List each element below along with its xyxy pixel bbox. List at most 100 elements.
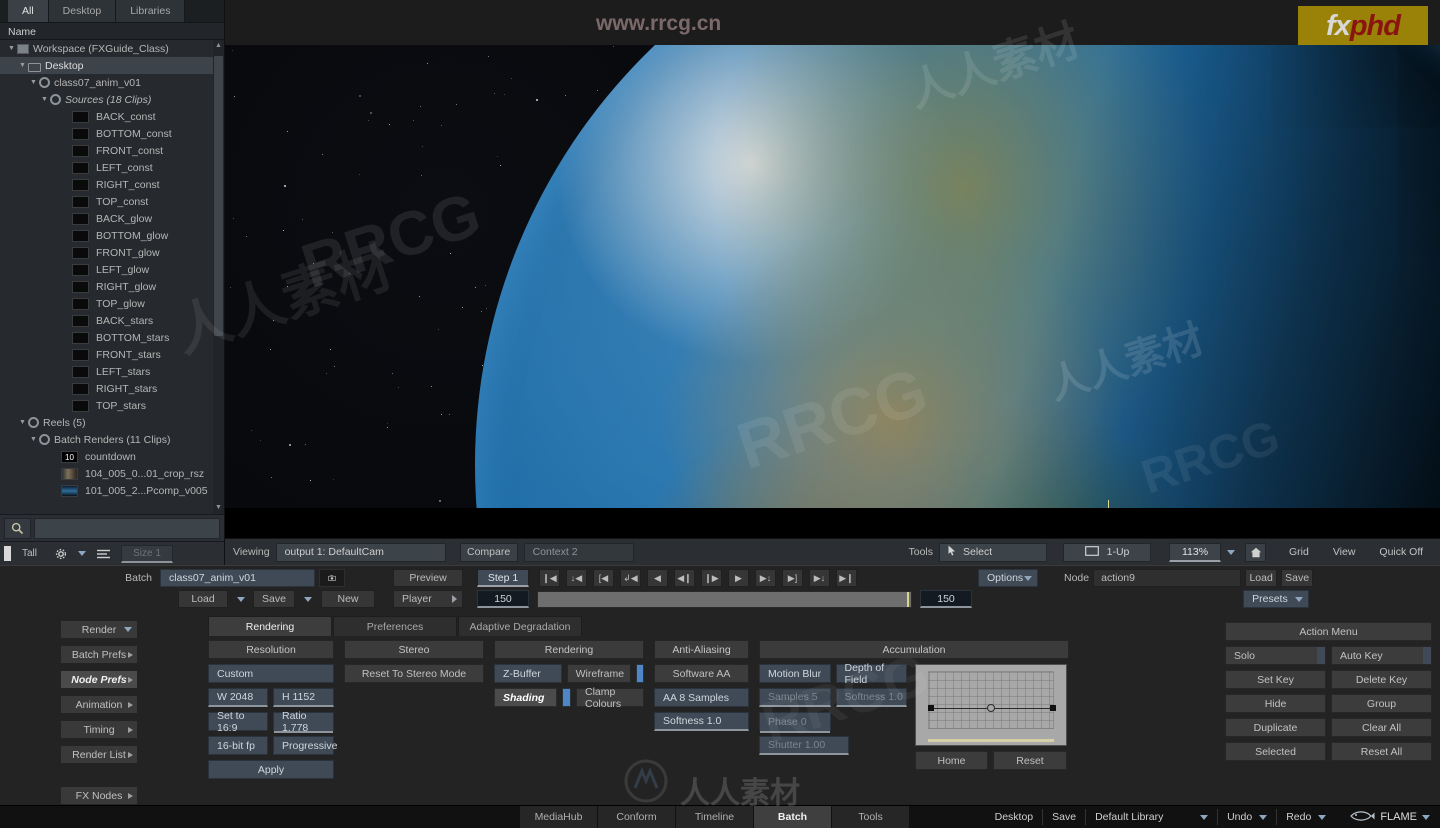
scroll-down-icon[interactable]: ▼: [213, 502, 224, 514]
pause-fwd-icon[interactable]: ▶❙: [836, 569, 857, 587]
clip-thumbnail[interactable]: [72, 246, 89, 259]
layout-selector[interactable]: 1-Up: [1063, 542, 1151, 562]
redo-button[interactable]: Redo: [1277, 809, 1335, 825]
tree-item[interactable]: FRONT_glow: [0, 244, 213, 261]
undo-button[interactable]: Undo: [1218, 809, 1278, 825]
tree-item[interactable]: FRONT_stars: [0, 346, 213, 363]
tree-item[interactable]: BACK_glow: [0, 210, 213, 227]
batch-load-button[interactable]: Load: [178, 590, 228, 608]
grid-button[interactable]: Grid: [1280, 543, 1318, 562]
toggle-indicator[interactable]: [1423, 647, 1431, 664]
curve-range-bar[interactable]: [928, 739, 1054, 742]
wireframe-toggle[interactable]: Wireframe: [566, 664, 631, 683]
zoom-chevron-down-icon[interactable]: [1227, 549, 1235, 555]
action-reset-all-button[interactable]: Reset All: [1331, 742, 1432, 761]
image-viewer[interactable]: fxphd RGB Mode Active Video Exposure: 0.…: [225, 0, 1440, 565]
goto-next-key-icon[interactable]: ▶↓: [809, 569, 830, 587]
options-dropdown[interactable]: Options: [978, 569, 1038, 587]
mb-phase-field[interactable]: Phase 0: [759, 712, 831, 733]
set-ratio-button[interactable]: Set to 16:9: [208, 710, 268, 734]
batch-save-button[interactable]: Save: [253, 590, 295, 608]
clip-thumbnail[interactable]: [72, 229, 89, 242]
dof-softness-field[interactable]: Softness 1.0: [835, 688, 907, 707]
workspace-tab-timeline[interactable]: Timeline: [676, 806, 754, 828]
action-hide-button[interactable]: Hide: [1225, 694, 1326, 713]
timeline-scrubber[interactable]: [537, 590, 912, 608]
gear-icon[interactable]: [48, 545, 74, 563]
node-menu-render-list[interactable]: Render List: [60, 745, 138, 764]
tree-item[interactable]: BACK_const: [0, 108, 213, 125]
play-reverse-icon[interactable]: ◀: [647, 569, 668, 587]
goto-prev-key-icon[interactable]: ↓◀: [566, 569, 587, 587]
action-clear-all-button[interactable]: Clear All: [1331, 718, 1432, 737]
z-buffer-toggle[interactable]: Z-Buffer: [494, 664, 562, 683]
search-input[interactable]: [34, 517, 220, 539]
goto-start-icon[interactable]: [◀: [593, 569, 614, 587]
accumulation-curve-widget[interactable]: [915, 664, 1067, 746]
tree-item[interactable]: BACK_stars: [0, 312, 213, 329]
desktop-button[interactable]: Desktop: [986, 809, 1044, 825]
action-duplicate-button[interactable]: Duplicate: [1225, 718, 1326, 737]
action-solo-button[interactable]: Solo: [1225, 646, 1326, 665]
aa-samples-field[interactable]: AA 8 Samples: [654, 688, 749, 707]
save-button[interactable]: Save: [1043, 809, 1087, 825]
node-menu-batch-prefs[interactable]: Batch Prefs: [60, 645, 138, 664]
tree-item[interactable]: 101_005_2...Pcomp_v005: [0, 482, 213, 499]
curve-point-right[interactable]: [1050, 705, 1056, 711]
chevron-down-icon[interactable]: [78, 551, 87, 556]
twisty-icon[interactable]: ▼: [28, 436, 39, 443]
param-tab-rendering[interactable]: Rendering: [208, 616, 332, 636]
tab-desktop[interactable]: Desktop: [48, 0, 117, 22]
twisty-icon[interactable]: ▼: [39, 96, 50, 103]
workspace-tab-mediahub[interactable]: MediaHub: [520, 806, 598, 828]
clip-thumbnail[interactable]: [72, 161, 89, 174]
action-delete-key-button[interactable]: Delete Key: [1331, 670, 1432, 689]
reset-stereo-button[interactable]: Reset To Stereo Mode: [344, 664, 484, 683]
tree-item[interactable]: 104_005_0...01_crop_rsz: [0, 465, 213, 482]
twisty-icon[interactable]: ▼: [17, 62, 28, 69]
node-menu-animation[interactable]: Animation: [60, 695, 138, 714]
node-menu-node-prefs[interactable]: Node Prefs: [60, 670, 138, 689]
clip-thumbnail[interactable]: [61, 484, 78, 497]
home-icon[interactable]: [1245, 542, 1266, 562]
step-forward-icon[interactable]: ❙▶: [701, 569, 722, 587]
clip-thumbnail[interactable]: [72, 127, 89, 140]
library-selector[interactable]: Default Library: [1086, 809, 1219, 825]
step-back-icon[interactable]: ◀❙: [674, 569, 695, 587]
motion-blur-toggle[interactable]: Motion Blur: [759, 664, 831, 683]
clip-thumbnail[interactable]: [72, 297, 89, 310]
tree-item[interactable]: ▼ Sources (18 Clips): [0, 91, 213, 108]
mb-shutter-field[interactable]: Shutter 1.00: [759, 736, 849, 755]
bit-depth-selector[interactable]: 16-bit fp: [208, 736, 268, 755]
param-tab-preferences[interactable]: Preferences: [333, 616, 457, 636]
curve-reset-button[interactable]: Reset: [993, 751, 1067, 770]
preview-button[interactable]: Preview: [393, 569, 463, 587]
tree-item[interactable]: RIGHT_glow: [0, 278, 213, 295]
resolution-preset[interactable]: Custom: [208, 664, 334, 683]
action-selected-button[interactable]: Selected: [1225, 742, 1326, 761]
tab-all[interactable]: All: [8, 0, 49, 22]
toggle-indicator[interactable]: [1317, 647, 1325, 664]
scroll-up-icon[interactable]: ▲: [213, 40, 224, 52]
clip-thumbnail[interactable]: [72, 263, 89, 276]
clip-thumbnail[interactable]: [72, 144, 89, 157]
scrollbar-thumb[interactable]: [214, 56, 223, 336]
curve-home-button[interactable]: Home: [915, 751, 988, 770]
clip-thumbnail[interactable]: [72, 110, 89, 123]
tree-item[interactable]: TOP_const: [0, 193, 213, 210]
tree-item[interactable]: ▼ Reels (5): [0, 414, 213, 431]
tree-item[interactable]: RIGHT_stars: [0, 380, 213, 397]
resolution-apply-button[interactable]: Apply: [208, 760, 334, 779]
param-tab-adaptive-degradation[interactable]: Adaptive Degradation: [458, 616, 582, 636]
action-group-button[interactable]: Group: [1331, 694, 1432, 713]
size-selector[interactable]: Size 1: [121, 544, 174, 563]
flame-branding[interactable]: FLAME: [1335, 810, 1430, 825]
software-aa-toggle[interactable]: Software AA: [654, 664, 749, 683]
action-set-key-button[interactable]: Set Key: [1225, 670, 1326, 689]
tree-item[interactable]: ▼ Workspace (FXGuide_Class): [0, 40, 213, 57]
curve-point-center[interactable]: [987, 704, 995, 712]
zoom-level[interactable]: 113%: [1169, 542, 1221, 562]
twisty-icon[interactable]: ▼: [28, 79, 39, 86]
clip-thumbnail[interactable]: [72, 399, 89, 412]
current-frame-field[interactable]: 150: [477, 590, 529, 608]
